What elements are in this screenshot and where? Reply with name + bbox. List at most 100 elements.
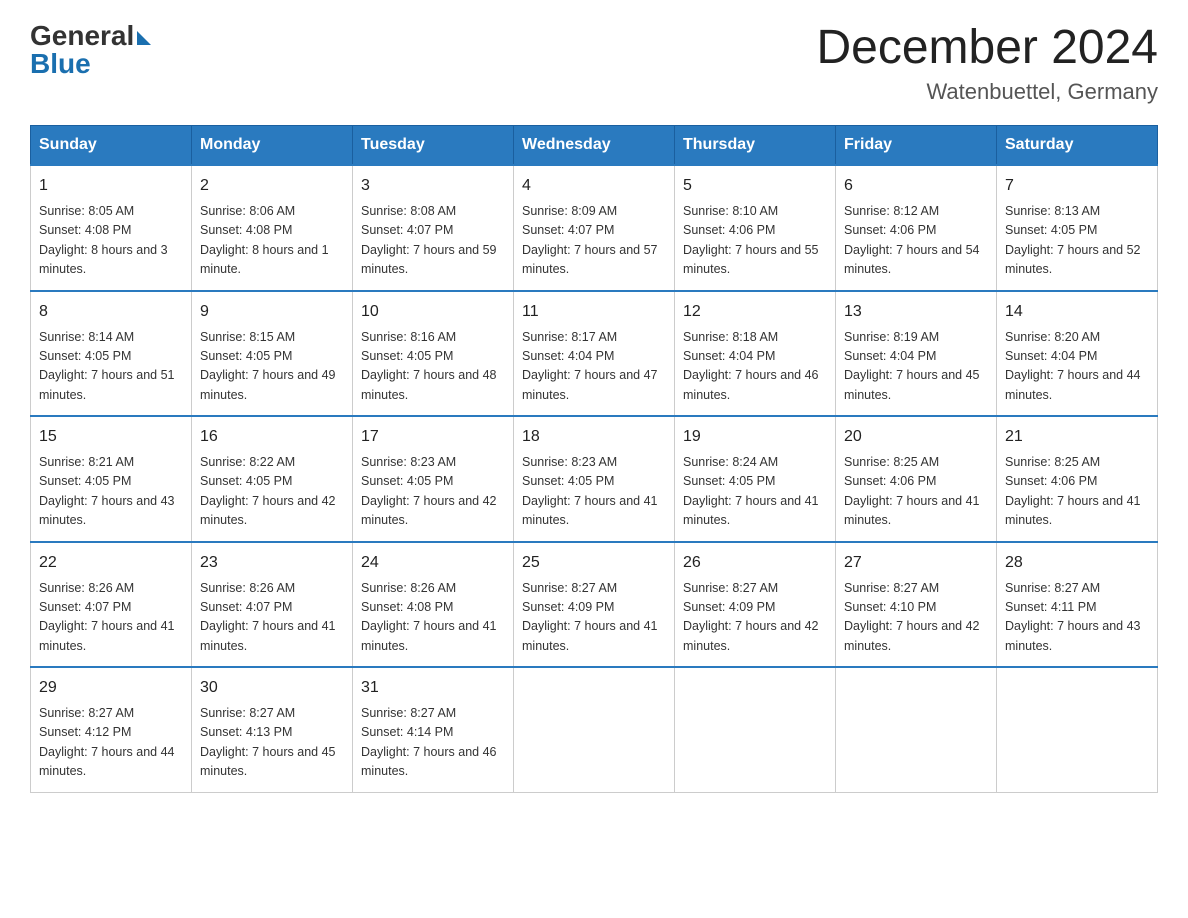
day-number: 23	[200, 551, 344, 575]
day-number: 15	[39, 425, 183, 449]
day-info: Sunrise: 8:06 AMSunset: 4:08 PMDaylight:…	[200, 202, 344, 280]
calendar-cell	[836, 667, 997, 792]
day-number: 2	[200, 174, 344, 198]
day-info: Sunrise: 8:09 AMSunset: 4:07 PMDaylight:…	[522, 202, 666, 280]
day-info: Sunrise: 8:27 AMSunset: 4:11 PMDaylight:…	[1005, 579, 1149, 657]
day-info: Sunrise: 8:23 AMSunset: 4:05 PMDaylight:…	[522, 453, 666, 531]
day-info: Sunrise: 8:27 AMSunset: 4:12 PMDaylight:…	[39, 704, 183, 782]
day-info: Sunrise: 8:27 AMSunset: 4:14 PMDaylight:…	[361, 704, 505, 782]
calendar-cell: 1 Sunrise: 8:05 AMSunset: 4:08 PMDaylight…	[31, 165, 192, 291]
calendar-table: SundayMondayTuesdayWednesdayThursdayFrid…	[30, 125, 1158, 793]
day-number: 4	[522, 174, 666, 198]
calendar-cell: 10 Sunrise: 8:16 AMSunset: 4:05 PMDayligh…	[353, 291, 514, 417]
calendar-cell: 27 Sunrise: 8:27 AMSunset: 4:10 PMDayligh…	[836, 542, 997, 668]
day-number: 16	[200, 425, 344, 449]
logo: General Blue	[30, 20, 151, 80]
day-info: Sunrise: 8:27 AMSunset: 4:09 PMDaylight:…	[683, 579, 827, 657]
day-info: Sunrise: 8:08 AMSunset: 4:07 PMDaylight:…	[361, 202, 505, 280]
calendar-cell: 24 Sunrise: 8:26 AMSunset: 4:08 PMDayligh…	[353, 542, 514, 668]
calendar-cell: 7 Sunrise: 8:13 AMSunset: 4:05 PMDaylight…	[997, 165, 1158, 291]
calendar-cell: 30 Sunrise: 8:27 AMSunset: 4:13 PMDayligh…	[192, 667, 353, 792]
day-info: Sunrise: 8:17 AMSunset: 4:04 PMDaylight:…	[522, 328, 666, 406]
calendar-cell	[675, 667, 836, 792]
calendar-cell: 14Sunrise: 8:20 AMSunset: 4:04 PMDayligh…	[997, 291, 1158, 417]
day-number: 13	[844, 300, 988, 324]
calendar-cell: 25Sunrise: 8:27 AMSunset: 4:09 PMDayligh…	[514, 542, 675, 668]
day-number: 8	[39, 300, 183, 324]
calendar-cell: 16 Sunrise: 8:22 AMSunset: 4:05 PMDayligh…	[192, 416, 353, 542]
day-number: 14	[1005, 300, 1149, 324]
day-number: 26	[683, 551, 827, 575]
calendar-cell: 31 Sunrise: 8:27 AMSunset: 4:14 PMDayligh…	[353, 667, 514, 792]
day-info: Sunrise: 8:26 AMSunset: 4:07 PMDaylight:…	[39, 579, 183, 657]
day-number: 27	[844, 551, 988, 575]
title-section: December 2024 Watenbuettel, Germany	[816, 20, 1158, 105]
day-number: 11	[522, 300, 666, 324]
day-number: 1	[39, 174, 183, 198]
day-info: Sunrise: 8:26 AMSunset: 4:08 PMDaylight:…	[361, 579, 505, 657]
day-number: 19	[683, 425, 827, 449]
week-row-5: 29 Sunrise: 8:27 AMSunset: 4:12 PMDayligh…	[31, 667, 1158, 792]
logo-arrow-icon	[137, 31, 151, 45]
day-info: Sunrise: 8:16 AMSunset: 4:05 PMDaylight:…	[361, 328, 505, 406]
day-number: 30	[200, 676, 344, 700]
day-info: Sunrise: 8:25 AMSunset: 4:06 PMDaylight:…	[844, 453, 988, 531]
calendar-cell: 9 Sunrise: 8:15 AMSunset: 4:05 PMDaylight…	[192, 291, 353, 417]
calendar-cell: 22 Sunrise: 8:26 AMSunset: 4:07 PMDayligh…	[31, 542, 192, 668]
day-info: Sunrise: 8:22 AMSunset: 4:05 PMDaylight:…	[200, 453, 344, 531]
page-header: General Blue December 2024 Watenbuettel,…	[30, 20, 1158, 105]
calendar-cell: 8 Sunrise: 8:14 AMSunset: 4:05 PMDaylight…	[31, 291, 192, 417]
calendar-cell: 18 Sunrise: 8:23 AMSunset: 4:05 PMDayligh…	[514, 416, 675, 542]
day-number: 29	[39, 676, 183, 700]
day-number: 12	[683, 300, 827, 324]
month-title: December 2024	[816, 20, 1158, 75]
calendar-cell: 11 Sunrise: 8:17 AMSunset: 4:04 PMDayligh…	[514, 291, 675, 417]
header-saturday: Saturday	[997, 126, 1158, 166]
calendar-cell: 12 Sunrise: 8:18 AMSunset: 4:04 PMDayligh…	[675, 291, 836, 417]
header-friday: Friday	[836, 126, 997, 166]
calendar-cell	[514, 667, 675, 792]
calendar-cell: 26 Sunrise: 8:27 AMSunset: 4:09 PMDayligh…	[675, 542, 836, 668]
day-number: 18	[522, 425, 666, 449]
calendar-cell: 17Sunrise: 8:23 AMSunset: 4:05 PMDayligh…	[353, 416, 514, 542]
day-number: 7	[1005, 174, 1149, 198]
calendar-cell: 13 Sunrise: 8:19 AMSunset: 4:04 PMDayligh…	[836, 291, 997, 417]
day-number: 22	[39, 551, 183, 575]
day-info: Sunrise: 8:13 AMSunset: 4:05 PMDaylight:…	[1005, 202, 1149, 280]
calendar-cell: 19 Sunrise: 8:24 AMSunset: 4:05 PMDayligh…	[675, 416, 836, 542]
calendar-cell	[997, 667, 1158, 792]
week-row-1: 1 Sunrise: 8:05 AMSunset: 4:08 PMDaylight…	[31, 165, 1158, 291]
header-tuesday: Tuesday	[353, 126, 514, 166]
day-number: 10	[361, 300, 505, 324]
calendar-cell: 4 Sunrise: 8:09 AMSunset: 4:07 PMDaylight…	[514, 165, 675, 291]
header-wednesday: Wednesday	[514, 126, 675, 166]
calendar-cell: 2 Sunrise: 8:06 AMSunset: 4:08 PMDaylight…	[192, 165, 353, 291]
calendar-cell: 20Sunrise: 8:25 AMSunset: 4:06 PMDayligh…	[836, 416, 997, 542]
calendar-cell: 6 Sunrise: 8:12 AMSunset: 4:06 PMDaylight…	[836, 165, 997, 291]
day-info: Sunrise: 8:14 AMSunset: 4:05 PMDaylight:…	[39, 328, 183, 406]
day-info: Sunrise: 8:24 AMSunset: 4:05 PMDaylight:…	[683, 453, 827, 531]
day-number: 9	[200, 300, 344, 324]
day-number: 25	[522, 551, 666, 575]
week-row-3: 15Sunrise: 8:21 AMSunset: 4:05 PMDayligh…	[31, 416, 1158, 542]
day-info: Sunrise: 8:27 AMSunset: 4:13 PMDaylight:…	[200, 704, 344, 782]
day-number: 24	[361, 551, 505, 575]
day-number: 3	[361, 174, 505, 198]
day-number: 31	[361, 676, 505, 700]
day-info: Sunrise: 8:25 AMSunset: 4:06 PMDaylight:…	[1005, 453, 1149, 531]
calendar-cell: 21 Sunrise: 8:25 AMSunset: 4:06 PMDayligh…	[997, 416, 1158, 542]
day-info: Sunrise: 8:12 AMSunset: 4:06 PMDaylight:…	[844, 202, 988, 280]
day-info: Sunrise: 8:19 AMSunset: 4:04 PMDaylight:…	[844, 328, 988, 406]
day-info: Sunrise: 8:27 AMSunset: 4:10 PMDaylight:…	[844, 579, 988, 657]
logo-blue-text: Blue	[30, 48, 91, 80]
day-number: 17	[361, 425, 505, 449]
week-row-4: 22 Sunrise: 8:26 AMSunset: 4:07 PMDayligh…	[31, 542, 1158, 668]
day-number: 28	[1005, 551, 1149, 575]
day-number: 21	[1005, 425, 1149, 449]
day-info: Sunrise: 8:15 AMSunset: 4:05 PMDaylight:…	[200, 328, 344, 406]
day-info: Sunrise: 8:18 AMSunset: 4:04 PMDaylight:…	[683, 328, 827, 406]
calendar-cell: 5Sunrise: 8:10 AMSunset: 4:06 PMDaylight…	[675, 165, 836, 291]
day-info: Sunrise: 8:05 AMSunset: 4:08 PMDaylight:…	[39, 202, 183, 280]
day-number: 6	[844, 174, 988, 198]
calendar-cell: 28 Sunrise: 8:27 AMSunset: 4:11 PMDayligh…	[997, 542, 1158, 668]
